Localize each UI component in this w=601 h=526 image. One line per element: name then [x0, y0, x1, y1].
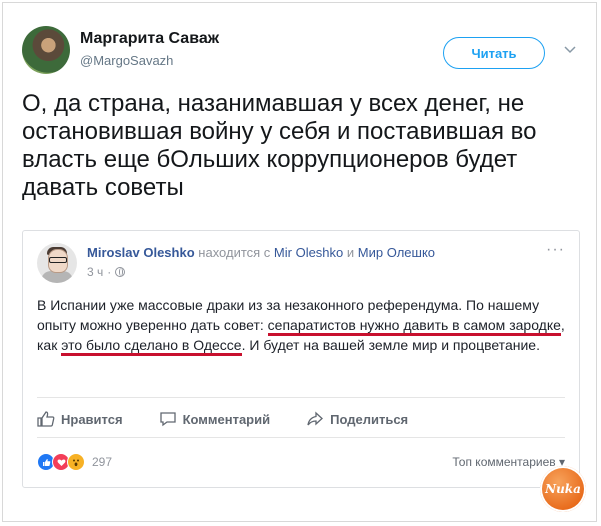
fb-post-meta: 3 ч · — [87, 265, 126, 279]
fb-post-text: В Испании уже массовые драки из за незак… — [37, 295, 567, 356]
fb-post-time[interactable]: 3 ч — [87, 265, 103, 279]
comments-sort-dropdown[interactable]: Топ комментариев ▾ — [452, 455, 565, 469]
fb-text-underlined-1: сепаратистов нужно давить в самом зародк… — [267, 317, 561, 336]
fb-divider-top — [37, 397, 565, 398]
globe-icon — [115, 267, 126, 277]
like-button[interactable]: Нравится — [37, 411, 123, 427]
fb-tagged-person-1[interactable]: Mir Oleshko — [274, 245, 343, 260]
share-label: Поделиться — [330, 411, 409, 427]
share-icon — [306, 411, 324, 427]
share-button[interactable]: Поделиться — [306, 411, 408, 427]
fb-author-line: Miroslav Oleshko находится с Mir Oleshko… — [87, 245, 435, 260]
fb-author-name[interactable]: Miroslav Oleshko — [87, 245, 195, 260]
fb-tagged-person-2[interactable]: Мир Олешко — [358, 245, 435, 260]
thumbs-up-icon — [37, 411, 55, 427]
embedded-facebook-post: Miroslav Oleshko находится с Mir Oleshko… — [22, 230, 580, 488]
fb-divider-bottom — [37, 437, 565, 438]
fb-action-bar: Нравится Комментарий Поделиться — [37, 405, 565, 433]
fb-reactions[interactable]: 297 — [37, 453, 112, 471]
fb-text-part-3: . И будет на вашей земле мир и процветан… — [241, 337, 540, 353]
comment-label: Комментарий — [182, 411, 271, 427]
author-name[interactable]: Маргарита Саваж — [80, 30, 219, 48]
follow-button[interactable]: Читать — [443, 37, 545, 69]
comment-icon — [159, 411, 177, 427]
site-watermark-logo: Nuka — [540, 466, 586, 512]
more-options-icon[interactable]: ··· — [546, 241, 565, 259]
fb-meta-dot: · — [107, 265, 112, 279]
fb-with-text: находится с — [198, 245, 271, 260]
like-label: Нравится — [61, 411, 123, 427]
chevron-down-icon[interactable] — [563, 42, 577, 56]
comment-button[interactable]: Комментарий — [159, 411, 271, 427]
tweet-text: О, да страна, назанимавшая у всех денег,… — [22, 90, 537, 201]
author-handle[interactable]: @MargoSavazh — [80, 53, 173, 68]
wow-reaction-icon — [67, 453, 85, 471]
fb-text-underlined-2: это было сделано в Одессе — [61, 337, 242, 356]
author-avatar[interactable] — [22, 26, 70, 74]
fb-and-text: и — [346, 245, 355, 260]
reactions-count: 297 — [92, 455, 113, 469]
sort-label: Топ комментариев — [452, 455, 556, 469]
fb-author-avatar[interactable] — [37, 243, 77, 283]
